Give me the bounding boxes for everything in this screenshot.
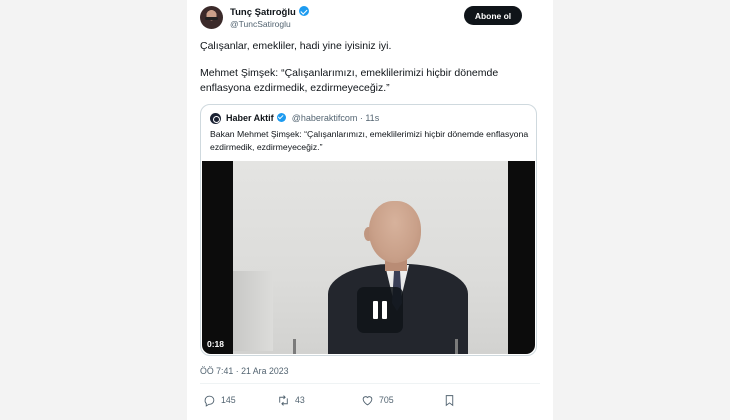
tweet-card: Tunç Şatıroğlu @TuncSatiroglu Abone ol Ç…: [187, 0, 553, 420]
bookmark-icon: [445, 394, 454, 406]
quoted-author-name: Haber Aktif: [226, 113, 274, 123]
bookmark-button[interactable]: [443, 393, 461, 407]
quoted-tweet-text: Bakan Mehmet Şimşek: “Çalışanlarımızı, e…: [210, 129, 529, 152]
reply-icon: [204, 395, 215, 407]
author-avatar[interactable]: [200, 6, 223, 29]
tweet-text-line-2: Mehmet Şimşek: “Çalışanlarımızı, emeklil…: [200, 67, 499, 94]
quoted-author-row: Haber Aktif @haberaktifcom · 11s: [226, 113, 379, 123]
retweet-icon: [279, 394, 288, 406]
microphone: [455, 339, 458, 354]
heart-icon: [362, 395, 373, 405]
reply-count: 145: [221, 395, 236, 405]
like-count: 705: [379, 395, 394, 405]
author-handle[interactable]: @TuncSatiroglu: [230, 19, 291, 29]
verified-badge-icon: [298, 6, 309, 16]
verified-badge-icon: [276, 113, 286, 122]
retweet-count: 43: [295, 395, 305, 405]
author-name-row[interactable]: Tunç Şatıroğlu: [230, 6, 309, 18]
video-duration: 0:18: [207, 339, 225, 349]
retweet-button[interactable]: 43: [277, 393, 305, 407]
like-button[interactable]: 705: [361, 393, 394, 407]
quoted-tweet[interactable]: Haber Aktif @haberaktifcom · 11s Bakan Me…: [200, 104, 537, 356]
divider: [200, 383, 540, 384]
tweet-timestamp[interactable]: ÖÖ 7:41 · 21 Ara 2023: [200, 366, 289, 376]
video-player[interactable]: 0:18: [202, 161, 535, 354]
pause-icon[interactable]: [357, 287, 403, 333]
follow-button[interactable]: Abone ol: [464, 6, 522, 25]
reply-button[interactable]: 145: [203, 393, 236, 407]
tweet-text-line-1: Çalışanlar, emekliler, hadi yine iyisini…: [200, 40, 392, 52]
microphone: [293, 339, 296, 354]
author-name[interactable]: Tunç Şatıroğlu: [230, 7, 296, 18]
speaker-head: [369, 201, 421, 263]
video-background: [233, 271, 273, 351]
quoted-author-avatar: [210, 113, 221, 124]
quoted-author-handle: @haberaktifcom · 11s: [291, 113, 380, 123]
